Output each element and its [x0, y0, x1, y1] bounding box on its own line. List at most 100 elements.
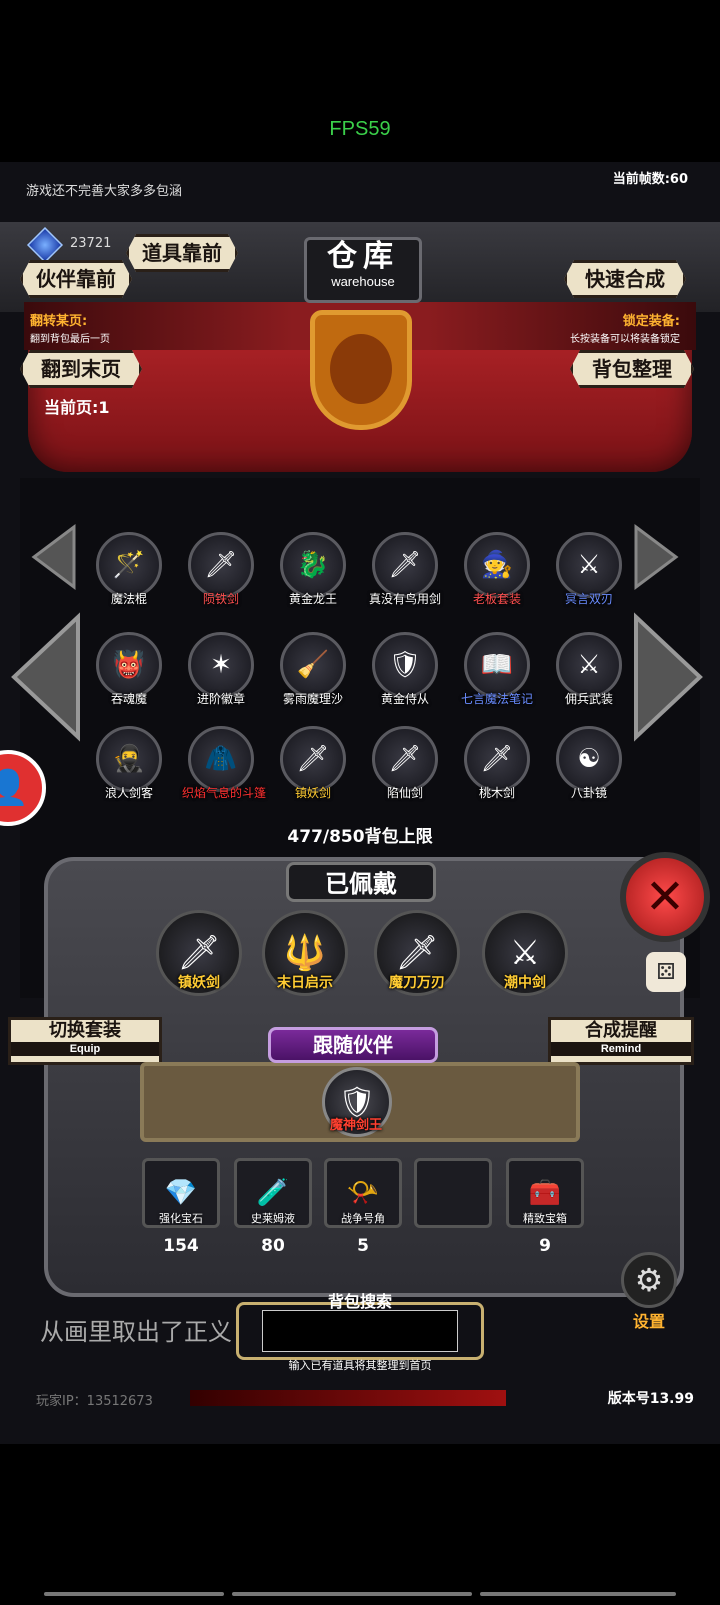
- material-count: 80: [261, 1236, 285, 1256]
- equipped-item[interactable]: 🗡 魔刀万刃: [362, 910, 472, 996]
- close-icon: ✕: [644, 869, 686, 925]
- badge-icon: ✶: [188, 632, 254, 698]
- demon-icon: 👹: [96, 632, 162, 698]
- bag-capacity: 477/850背包上限: [287, 827, 433, 847]
- player-ip: 玩家IP：13512673: [36, 1394, 153, 1409]
- inventory-item[interactable]: 🗡 陷仙剑: [366, 726, 444, 816]
- inventory-item-name: 桃木剑: [478, 786, 515, 800]
- inventory-item[interactable]: 🧙 老板套装: [458, 532, 536, 622]
- samurai-icon: 🛡: [372, 632, 438, 698]
- progress-bar: [190, 1390, 506, 1406]
- material-name: 战争号角: [341, 1212, 385, 1225]
- equipped-item-name: 潮中剑: [504, 975, 546, 991]
- inventory-item[interactable]: 📖 七言魔法笔记: [458, 632, 536, 722]
- merge-remind-label: 合成提醒: [585, 1020, 657, 1041]
- dice-icon[interactable]: ⚄: [646, 952, 686, 992]
- page-next-small-icon[interactable]: [630, 522, 680, 592]
- nav-segment[interactable]: [232, 1592, 472, 1596]
- lock-hint: 长按装备可以将装备锁定: [570, 334, 680, 345]
- switch-equip-en: Equip: [11, 1042, 159, 1056]
- inventory-item[interactable]: 🧹 雾雨魔理沙: [274, 632, 352, 722]
- game-screen: 游戏还不完善大家多多包涵 当前帧数:60 23721 仓库 warehouse …: [0, 162, 720, 1444]
- inventory-item[interactable]: 🗡 镇妖剑: [274, 726, 352, 816]
- currency-value: 23721: [70, 236, 112, 251]
- inventory-item-name: 吞魂魔: [110, 692, 147, 706]
- current-page: 当前页:1: [44, 398, 110, 417]
- inventory-item[interactable]: ☯ 八卦镜: [550, 726, 628, 816]
- inventory-item[interactable]: 🗡 陨铁剑: [182, 532, 260, 622]
- close-button[interactable]: ✕: [620, 852, 710, 942]
- material-slot[interactable]: 📯 战争号角 5: [318, 1158, 408, 1256]
- inventory-item-name: 七言魔法笔记: [460, 692, 533, 706]
- material-name: 强化宝石: [159, 1212, 203, 1225]
- material-count: 154: [163, 1236, 199, 1256]
- system-nav-bar: [0, 1592, 720, 1598]
- follow-companion-title: 跟随伙伴: [268, 1027, 438, 1063]
- inventory-item[interactable]: 🥷 浪人剑客: [90, 726, 168, 816]
- page-prev-arrow-icon[interactable]: [8, 612, 84, 742]
- inventory-item[interactable]: 🗡 桃木剑: [458, 726, 536, 816]
- settings-label: 设置: [632, 1312, 665, 1331]
- lion-emblem-icon: [330, 334, 392, 404]
- equipped-item[interactable]: 🔱 末日启示: [250, 910, 360, 996]
- merge-remind-button[interactable]: 合成提醒 Remind: [548, 1017, 694, 1065]
- nav-segment[interactable]: [480, 1592, 676, 1596]
- lock-label: 锁定装备:: [622, 314, 680, 329]
- staff-icon: 🪄: [96, 532, 162, 598]
- settings-button[interactable]: ⚙ 设置: [616, 1252, 682, 1332]
- page-prev-small-icon[interactable]: [30, 522, 80, 592]
- sword-icon: 🗡: [280, 726, 346, 792]
- item-front-button[interactable]: 道具靠前: [126, 234, 238, 272]
- cloak-icon: 🧥: [188, 726, 254, 792]
- inventory-item-name: 陨铁剑: [202, 592, 239, 606]
- equipped-item[interactable]: ⚔ 潮中剑: [470, 910, 580, 996]
- fps-counter: FPS59: [329, 118, 391, 140]
- equipped-item-name: 镇妖剑: [178, 975, 220, 991]
- armor-icon: 🧙: [464, 532, 530, 598]
- inventory-item-name: 冥言双刃: [564, 592, 613, 606]
- material-slot[interactable]: 🧰 精致宝箱 9: [500, 1158, 590, 1256]
- inventory-item[interactable]: 🛡 黄金侍从: [366, 632, 444, 722]
- gear-icon: ⚙: [621, 1252, 677, 1308]
- inventory-item-name: 佣兵武装: [564, 692, 613, 706]
- search-input[interactable]: [262, 1310, 458, 1352]
- inventory-item-name: 陷仙剑: [386, 786, 423, 800]
- nav-segment[interactable]: [44, 1592, 224, 1596]
- blades-icon: ⚔: [556, 532, 622, 598]
- ronin-icon: 🥷: [96, 726, 162, 792]
- last-page-button[interactable]: 翻到末页: [20, 350, 142, 388]
- inventory-item[interactable]: ⚔ 冥言双刃: [550, 532, 628, 622]
- inventory-item[interactable]: 🐉 黄金龙王: [274, 532, 352, 622]
- book-icon: 📖: [464, 632, 530, 698]
- inventory-item-name: 黄金龙王: [288, 592, 337, 606]
- empty-slot: [414, 1158, 492, 1228]
- sword-icon: 🗡: [372, 532, 438, 598]
- switch-equip-button[interactable]: 切换套装 Equip: [8, 1017, 162, 1065]
- inventory-item[interactable]: 🗡 真没有鸟用剑: [366, 532, 444, 622]
- inventory-item-name: 老板套装: [472, 592, 521, 606]
- material-slot[interactable]: 💎 强化宝石 154: [136, 1158, 226, 1256]
- inventory-item-name: 进阶徽章: [196, 692, 245, 706]
- flip-label: 翻转某页:: [30, 314, 88, 329]
- version-text: 版本号13.99: [607, 1391, 694, 1407]
- equipped-item-name: 魔刀万刃: [389, 975, 445, 991]
- companion-front-button[interactable]: 伙伴靠前: [20, 260, 132, 298]
- material-slot[interactable]: 🧪 史莱姆液 80: [228, 1158, 318, 1256]
- equipped-item[interactable]: 🗡 镇妖剑: [144, 910, 254, 996]
- inventory-item[interactable]: 🧥 织焰气息的斗篷: [182, 726, 266, 816]
- warehouse-title: 仓库 warehouse: [304, 237, 422, 303]
- inventory-item[interactable]: 🪄 魔法棍: [90, 532, 168, 622]
- inventory-item-name: 黄金侍从: [380, 692, 429, 706]
- material-slot[interactable]: [408, 1158, 498, 1228]
- inventory-item-name: 魔法棍: [110, 592, 147, 606]
- inventory-item-name: 浪人剑客: [104, 786, 153, 800]
- notice-text: 游戏还不完善大家多多包涵: [26, 184, 183, 199]
- quick-merge-button[interactable]: 快速合成: [564, 260, 686, 298]
- wooden-sword-icon: 🗡: [464, 726, 530, 792]
- page-next-arrow-icon[interactable]: [630, 612, 706, 742]
- inventory-item[interactable]: ✶ 进阶徽章: [182, 632, 260, 722]
- sort-button[interactable]: 背包整理: [570, 350, 694, 388]
- inventory-item[interactable]: 👹 吞魂魔: [90, 632, 168, 722]
- inventory-item-name: 镇妖剑: [294, 786, 331, 800]
- inventory-item[interactable]: ⚔ 佣兵武装: [550, 632, 628, 722]
